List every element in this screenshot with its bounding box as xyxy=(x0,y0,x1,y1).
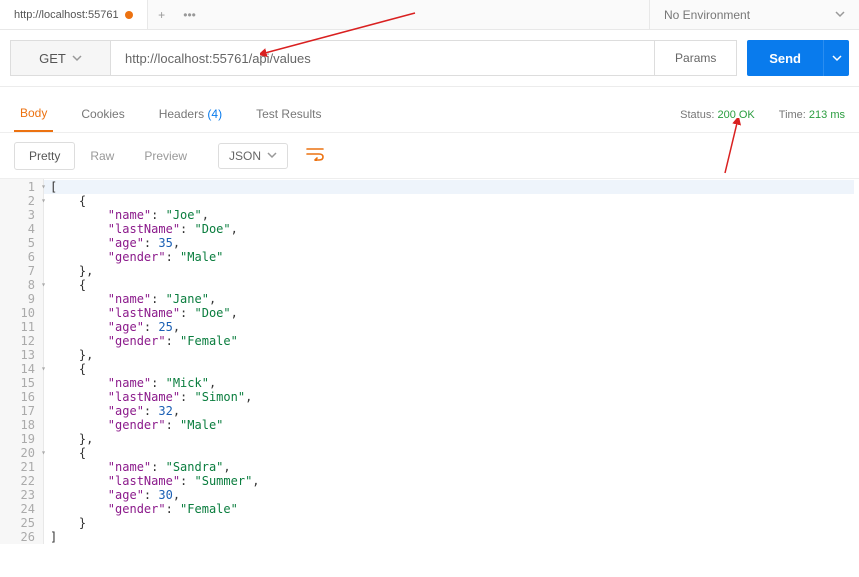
chevron-down-icon xyxy=(72,51,82,66)
tab-bar: http://localhost:55761 + ••• No Environm… xyxy=(0,0,859,30)
http-method-select[interactable]: GET xyxy=(10,40,110,76)
view-preview[interactable]: Preview xyxy=(129,142,202,170)
time-block: Time: 213 ms xyxy=(779,109,845,121)
request-tab[interactable]: http://localhost:55761 xyxy=(0,0,148,29)
tab-tests-label: Test Results xyxy=(256,107,321,121)
tab-headers-label: Headers xyxy=(159,107,204,121)
view-pretty[interactable]: Pretty xyxy=(14,142,75,170)
tab-body-label: Body xyxy=(20,106,47,120)
params-label: Params xyxy=(675,51,716,65)
view-pretty-label: Pretty xyxy=(29,149,60,163)
tab-cookies-label: Cookies xyxy=(81,107,124,121)
params-button[interactable]: Params xyxy=(655,40,737,76)
send-button[interactable]: Send xyxy=(747,40,823,76)
chevron-down-icon xyxy=(835,8,845,22)
send-label: Send xyxy=(769,51,801,66)
headers-count: (4) xyxy=(207,107,222,121)
environment-select[interactable]: No Environment xyxy=(649,0,859,29)
wrap-icon xyxy=(306,147,324,161)
response-body: 1234567891011121314151617181920212223242… xyxy=(0,179,859,544)
status-area: Status: 200 OK Time: 213 ms xyxy=(680,109,845,129)
wrap-lines-button[interactable] xyxy=(300,143,330,168)
view-raw[interactable]: Raw xyxy=(75,142,129,170)
environment-label: No Environment xyxy=(664,8,750,22)
format-label: JSON xyxy=(229,149,261,163)
chevron-down-icon xyxy=(267,149,277,163)
time-value: 213 ms xyxy=(809,109,845,121)
response-tabs: Body Cookies Headers (4) Test Results St… xyxy=(0,87,859,133)
tab-headers[interactable]: Headers (4) xyxy=(153,107,228,131)
code-content[interactable]: [ { "name": "Joe", "lastName": "Doe", "a… xyxy=(44,179,854,544)
line-gutter[interactable]: 1234567891011121314151617181920212223242… xyxy=(0,179,44,544)
send-dropdown-button[interactable] xyxy=(823,40,849,76)
time-label: Time: xyxy=(779,109,806,121)
status-block: Status: 200 OK xyxy=(680,109,755,121)
request-row: GET Params Send xyxy=(0,30,859,87)
view-raw-label: Raw xyxy=(90,149,114,163)
url-input[interactable] xyxy=(125,41,640,75)
url-input-wrapper xyxy=(110,40,655,76)
tab-title: http://localhost:55761 xyxy=(14,9,119,21)
tab-options-button[interactable]: ••• xyxy=(176,0,204,29)
status-label: Status: xyxy=(680,109,714,121)
view-preview-label: Preview xyxy=(144,149,187,163)
tab-tests[interactable]: Test Results xyxy=(250,107,327,131)
new-tab-button[interactable]: + xyxy=(148,0,176,29)
view-bar: Pretty Raw Preview JSON xyxy=(0,133,859,179)
http-method-label: GET xyxy=(39,51,66,66)
format-select[interactable]: JSON xyxy=(218,143,288,169)
unsaved-dot-icon xyxy=(125,11,133,19)
tab-cookies[interactable]: Cookies xyxy=(75,107,130,131)
tab-body[interactable]: Body xyxy=(14,106,53,132)
status-value: 200 OK xyxy=(717,109,754,121)
